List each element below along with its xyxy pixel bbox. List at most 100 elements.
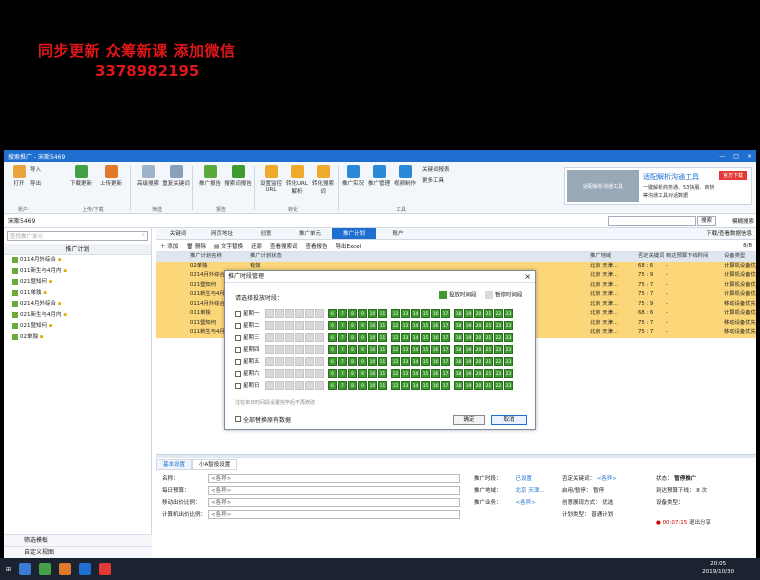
hour-cell[interactable]: 2 xyxy=(285,345,294,354)
minimize-button[interactable]: — xyxy=(719,153,725,160)
day-row[interactable]: 星期一 xyxy=(235,309,260,319)
hour-cell[interactable]: 0 xyxy=(265,357,274,366)
hour-cell[interactable]: 19 xyxy=(464,381,473,390)
convert-url-button[interactable]: 转化URL解析 xyxy=(284,165,310,195)
hour-cell[interactable]: 23 xyxy=(504,369,513,378)
hour-cell[interactable]: 0 xyxy=(265,369,274,378)
hour-cell[interactable]: 4 xyxy=(305,345,314,354)
hour-cell[interactable]: 22 xyxy=(494,381,503,390)
day-checkbox[interactable] xyxy=(235,311,241,317)
hour-cell[interactable]: 10 xyxy=(368,321,377,330)
media-icon[interactable] xyxy=(99,563,112,575)
hour-cell[interactable]: 15 xyxy=(421,333,430,342)
hour-cell[interactable]: 20 xyxy=(474,369,483,378)
hour-cell[interactable]: 23 xyxy=(504,381,513,390)
custom-view-button[interactable]: 自定义视图 xyxy=(4,546,152,558)
manage-button[interactable]: 推广管理 xyxy=(366,165,392,187)
hour-cell[interactable]: 20 xyxy=(474,381,483,390)
hour-cell[interactable]: 13 xyxy=(401,345,410,354)
hour-cell[interactable]: 14 xyxy=(411,345,420,354)
hour-cell[interactable]: 3 xyxy=(295,369,304,378)
upload-update-button[interactable]: 上传更新 xyxy=(96,165,126,187)
hour-cell[interactable]: 10 xyxy=(368,369,377,378)
show-select[interactable]: 优选 xyxy=(602,500,613,506)
tab-smart-settings[interactable]: 小A智投设置 xyxy=(192,459,238,470)
tab-3[interactable]: 推广单元 xyxy=(288,228,332,239)
hour-cell[interactable]: 1 xyxy=(275,381,284,390)
hour-cell[interactable]: 17 xyxy=(441,321,450,330)
hour-cell[interactable]: 15 xyxy=(421,321,430,330)
day-row[interactable]: 星期六 xyxy=(235,369,260,379)
hour-cell[interactable]: 18 xyxy=(454,381,463,390)
hour-cell[interactable]: 21 xyxy=(484,309,493,318)
hour-cell[interactable]: 14 xyxy=(411,369,420,378)
hour-cell[interactable]: 17 xyxy=(441,309,450,318)
hour-cell[interactable]: 11 xyxy=(378,381,387,390)
start-icon[interactable]: ⊞ xyxy=(6,566,11,573)
tab-4[interactable]: 推广计划 xyxy=(332,228,376,239)
hour-cell[interactable]: 0 xyxy=(265,381,274,390)
hour-cell[interactable]: 12 xyxy=(391,333,400,342)
hour-cell[interactable]: 14 xyxy=(411,333,420,342)
hour-cell[interactable]: 11 xyxy=(378,321,387,330)
hour-cell[interactable]: 16 xyxy=(431,369,440,378)
hour-cell[interactable]: 20 xyxy=(474,309,483,318)
hour-cell[interactable]: 9 xyxy=(358,309,367,318)
day-row[interactable]: 星期日 xyxy=(235,381,260,391)
hour-cell[interactable]: 5 xyxy=(315,333,324,342)
region-value[interactable]: 北京 天津... xyxy=(516,488,545,494)
hour-cell[interactable]: 13 xyxy=(401,333,410,342)
hour-cell[interactable]: 2 xyxy=(285,333,294,342)
search-input[interactable] xyxy=(608,216,696,226)
hour-cell[interactable]: 23 xyxy=(504,333,513,342)
hour-cell[interactable]: 3 xyxy=(295,357,304,366)
hour-cell[interactable]: 5 xyxy=(315,381,324,390)
more-tools-button[interactable]: 更多工具 xyxy=(422,176,482,184)
hour-cell[interactable]: 4 xyxy=(305,309,314,318)
hour-cell[interactable]: 13 xyxy=(401,321,410,330)
hour-cell[interactable]: 11 xyxy=(378,357,387,366)
hour-cell[interactable]: 7 xyxy=(338,309,347,318)
hour-cell[interactable]: 7 xyxy=(338,369,347,378)
cancel-button[interactable]: 取消 xyxy=(491,415,527,425)
import-button[interactable]: 导入 xyxy=(30,165,60,173)
plan-tree-item[interactable]: 021暨知何 ▪ xyxy=(4,321,151,332)
plan-tree-item[interactable]: 011单独 ▪ xyxy=(4,288,151,299)
hour-cell[interactable]: 6 xyxy=(328,321,337,330)
hour-cell[interactable]: 22 xyxy=(494,357,503,366)
hour-cell[interactable]: 0 xyxy=(265,321,274,330)
plan-tree-item[interactable]: 0214月外综合 ▪ xyxy=(4,299,151,310)
hour-cell[interactable]: 1 xyxy=(275,345,284,354)
replace-all-checkbox[interactable]: 全部替换原有数据 xyxy=(235,415,291,424)
hour-cell[interactable]: 6 xyxy=(328,357,337,366)
hour-cell[interactable]: 10 xyxy=(368,309,377,318)
hour-cell[interactable]: 9 xyxy=(358,357,367,366)
hour-cell[interactable]: 13 xyxy=(401,309,410,318)
plan-tree-item[interactable]: 0114月外综合 ▪ xyxy=(4,255,151,266)
hour-cell[interactable]: 6 xyxy=(328,309,337,318)
hour-cell[interactable]: 9 xyxy=(358,369,367,378)
hour-cell[interactable]: 20 xyxy=(474,333,483,342)
hour-cell[interactable]: 5 xyxy=(315,345,324,354)
hour-cell[interactable]: 1 xyxy=(275,321,284,330)
mobile-bid-input[interactable]: <各异> xyxy=(208,498,460,507)
hour-cell[interactable]: 5 xyxy=(315,309,324,318)
ad-download-button[interactable]: 官方下载 xyxy=(718,171,747,180)
day-checkbox[interactable] xyxy=(235,359,241,365)
hour-cell[interactable]: 8 xyxy=(348,381,357,390)
duplicate-keyword-button[interactable]: 重复关键词 xyxy=(162,165,190,187)
ad-banner[interactable]: 适配解析沟通工具 适配解析沟通工具 一键解析商务通、53快服、商桥 等沟通工具对… xyxy=(564,167,752,205)
hour-cell[interactable]: 4 xyxy=(305,357,314,366)
browser-icon[interactable] xyxy=(19,563,32,575)
hour-cell[interactable]: 19 xyxy=(464,369,473,378)
hour-cell[interactable]: 5 xyxy=(315,321,324,330)
hour-cell[interactable]: 23 xyxy=(504,321,513,330)
hour-cell[interactable]: 22 xyxy=(494,321,503,330)
hour-cell[interactable]: 5 xyxy=(315,369,324,378)
hour-cell[interactable]: 20 xyxy=(474,321,483,330)
hour-cell[interactable]: 8 xyxy=(348,357,357,366)
advanced-search-button[interactable]: 高级搜索 xyxy=(134,165,162,187)
hour-cell[interactable]: 17 xyxy=(441,381,450,390)
hour-cell[interactable]: 19 xyxy=(464,345,473,354)
promo-report-button[interactable]: 推广报告 xyxy=(196,165,224,187)
